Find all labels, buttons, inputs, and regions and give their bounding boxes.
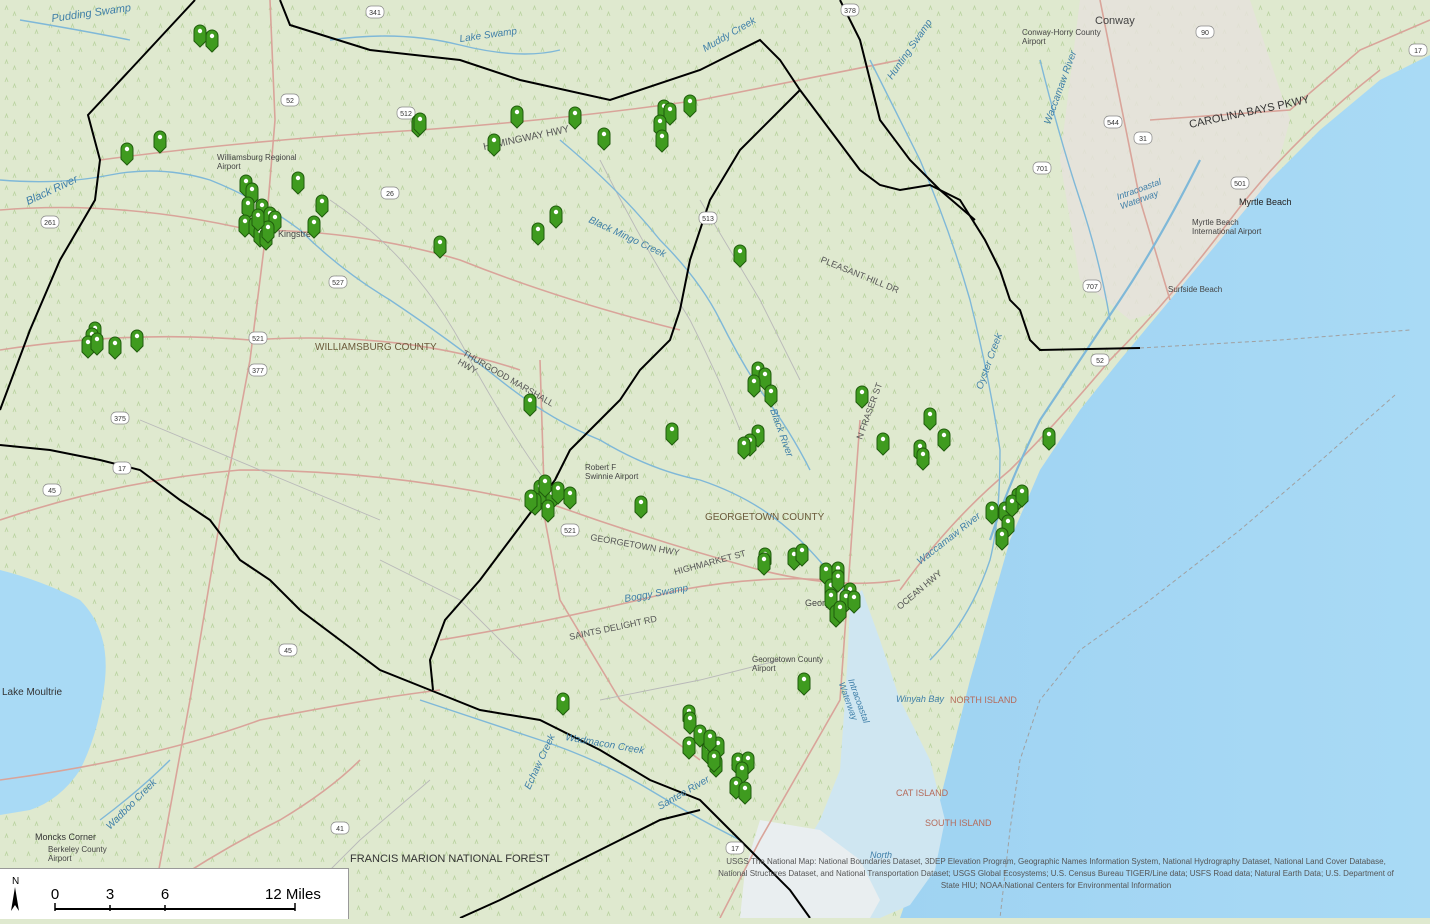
route-shield: 41: [330, 821, 350, 835]
route-shield: 707: [1082, 279, 1102, 293]
route-shield: 52: [280, 93, 300, 107]
svg-text:544: 544: [1107, 120, 1119, 127]
route-shield: 261: [40, 215, 60, 229]
svg-text:375: 375: [114, 416, 126, 423]
route-shield: 378: [840, 3, 860, 17]
route-shield: 45: [278, 643, 298, 657]
svg-text:45: 45: [48, 488, 56, 495]
svg-text:521: 521: [252, 336, 264, 343]
svg-text:31: 31: [1139, 136, 1147, 143]
route-shield: 513: [698, 211, 718, 225]
route-shield: 521: [560, 523, 580, 537]
place-label-winyah-bay: Winyah Bay: [896, 694, 944, 704]
scale-label-6: 6: [161, 886, 169, 903]
route-shield: 17: [1408, 43, 1428, 57]
route-shield: 544: [1103, 115, 1123, 129]
svg-text:90: 90: [1201, 30, 1209, 37]
scale-label-12: 12 Miles: [265, 886, 321, 903]
place-label-north-island: NORTH ISLAND: [950, 695, 1017, 705]
route-shield: 17: [112, 461, 132, 475]
svg-text:52: 52: [1096, 358, 1104, 365]
svg-text:52: 52: [286, 98, 294, 105]
route-shield: 26: [380, 186, 400, 200]
svg-text:527: 527: [332, 280, 344, 287]
route-shield: 527: [328, 275, 348, 289]
svg-text:17: 17: [118, 466, 126, 473]
svg-text:512: 512: [400, 111, 412, 118]
place-label-surfside: Surfside Beach: [1168, 285, 1222, 294]
route-shield: 17: [725, 841, 745, 855]
route-shield: 90: [1195, 25, 1215, 39]
scale-label-3: 3: [106, 886, 114, 903]
place-label-cat-island: CAT ISLAND: [896, 788, 949, 798]
place-label-conway: Conway: [1095, 15, 1135, 27]
route-shield: 501: [1230, 176, 1250, 190]
svg-text:341: 341: [369, 10, 381, 17]
map-canvas[interactable]: 341 3789017525125443150126126513701707527…: [0, 0, 1430, 918]
route-shield: 377: [248, 363, 268, 377]
route-shield: 521: [248, 331, 268, 345]
svg-text:513: 513: [702, 216, 714, 223]
svg-text:17: 17: [731, 846, 739, 853]
svg-text:26: 26: [386, 191, 394, 198]
place-label-georgetown-county: GEORGETOWN COUNTY: [705, 512, 825, 523]
svg-text:377: 377: [252, 368, 264, 375]
north-arrow-icon: N: [12, 876, 19, 887]
place-label-williamsburg-county: WILLIAMSBURG COUNTY: [315, 342, 437, 353]
scale-bar: N 0 3 6 12 Miles: [0, 868, 349, 919]
route-shield: 45: [42, 483, 62, 497]
place-label-moncks-corner: Moncks Corner: [35, 832, 96, 842]
route-shield: 701: [1032, 161, 1052, 175]
route-shield: 375: [110, 411, 130, 425]
svg-text:701: 701: [1036, 166, 1048, 173]
north-arrow-icon-shape: [11, 887, 19, 911]
route-shield: 31: [1133, 131, 1153, 145]
svg-text:707: 707: [1086, 284, 1098, 291]
svg-text:378: 378: [844, 8, 856, 15]
place-label-myrtle-beach: Myrtle Beach: [1239, 197, 1292, 207]
place-label-south-island: SOUTH ISLAND: [925, 818, 992, 828]
route-shield: 52: [1090, 353, 1110, 367]
svg-text:45: 45: [284, 648, 292, 655]
svg-text:17: 17: [1414, 48, 1422, 55]
svg-text:261: 261: [44, 220, 56, 227]
svg-text:41: 41: [336, 826, 344, 833]
svg-text:521: 521: [564, 528, 576, 535]
attribution-text: USGS The National Map: National Boundari…: [718, 857, 1394, 890]
route-shield: 341: [365, 5, 385, 19]
place-label-lake-moultrie: Lake Moultrie: [2, 687, 62, 698]
svg-text:501: 501: [1234, 181, 1246, 188]
place-label-francis-marion: FRANCIS MARION NATIONAL FOREST: [350, 853, 550, 865]
route-shield: 512: [396, 106, 416, 120]
scale-label-0: 0: [51, 886, 59, 903]
